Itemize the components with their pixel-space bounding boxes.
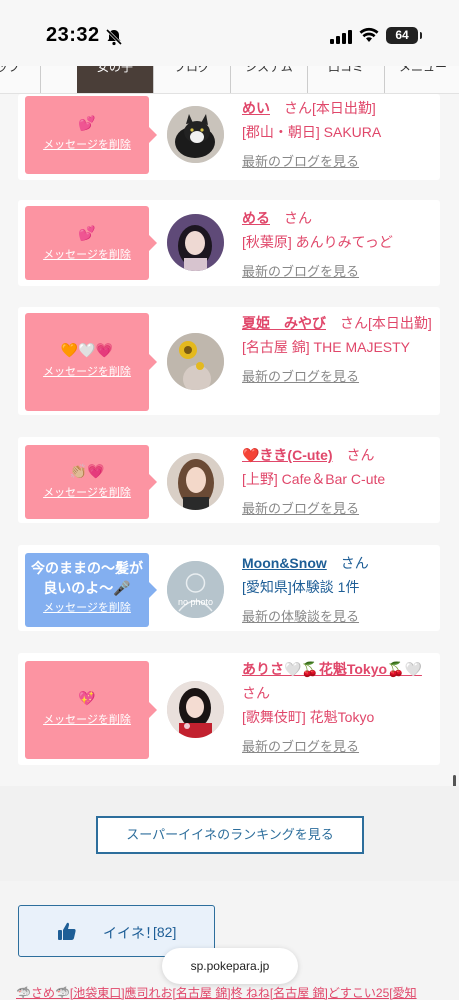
shop-name: [歌舞伎町] 花魁Tokyo (242, 709, 375, 725)
honorific: さん (284, 100, 312, 116)
message-emoji: 💕 (78, 225, 96, 241)
like-count: [82] (153, 924, 177, 940)
delete-message-link[interactable]: メッセージを削除 (25, 713, 149, 727)
honorific: さん (346, 447, 375, 463)
thumbs-up-icon (58, 922, 76, 940)
user-name[interactable]: Moon&Snow (242, 555, 327, 571)
list-item: 💖 メッセージを削除 ありさ🤍🍒花魁Tokyo🍒🤍 さん [歌舞伎町] 花魁To… (18, 653, 440, 765)
delete-message-link[interactable]: メッセージを削除 (25, 248, 149, 262)
bell-slash-icon (105, 28, 123, 46)
delete-message-link[interactable]: メッセージを削除 (25, 601, 149, 615)
attendance-status: [本日出勤] (368, 315, 432, 331)
message-emoji: 💖 (78, 690, 96, 706)
message-emoji: 💕 (78, 115, 96, 131)
latest-blog-link[interactable]: 最新のブログを見る (242, 501, 359, 516)
item-info: めい さん[本日出勤] [郡山・朝日] SAKURA 最新のブログを見る (242, 96, 432, 174)
item-info: める さん [秋葉原] あんりみてっど 最新のブログを見る (242, 206, 432, 284)
message-bubble: 💕 メッセージを削除 (25, 206, 157, 280)
battery-indicator: 64 (386, 27, 422, 44)
message-emoji: 👏🏼💗 (69, 463, 105, 479)
like-label: イイネ！ (103, 925, 159, 941)
avatar[interactable]: no photo (167, 561, 224, 618)
message-bubble: 🧡🤍💗 メッセージを削除 (25, 313, 157, 411)
status-bar: 23:32 64 (0, 0, 459, 66)
honorific: さん (242, 685, 270, 701)
avatar[interactable] (167, 333, 224, 390)
avatar[interactable] (167, 214, 224, 271)
shop-name: [郡山・朝日] SAKURA (242, 124, 382, 140)
message-bubble: 今のままの〜髪が良いのよ〜🎤 メッセージを削除 (25, 553, 157, 627)
shop-name: [名古屋 錦] THE MAJESTY (242, 339, 411, 355)
tab-reviews[interactable]: 口コミ (308, 66, 385, 93)
signal-icon (330, 30, 352, 44)
no-photo-label: no photo (177, 597, 214, 607)
list-item: 👏🏼💗 メッセージを削除 ❤️きき(C-ute) さん [上野] Cafe＆Ba… (18, 437, 440, 523)
url-bar[interactable]: sp.pokepara.jp (162, 948, 298, 984)
item-info: ありさ🤍🍒花魁Tokyo🍒🤍 さん [歌舞伎町] 花魁Tokyo 最新のブログを… (242, 657, 432, 759)
avatar[interactable] (167, 453, 224, 510)
profile-photo (167, 214, 224, 271)
cat-photo (167, 106, 224, 163)
list-item: 🧡🤍💗 メッセージを削除 夏姫 みやび さん[本日出勤] [名古屋 錦] THE… (18, 307, 440, 415)
tab-girls[interactable]: 女の子 (77, 66, 154, 93)
tab-menu[interactable]: メニュー (385, 66, 459, 93)
tab-blog[interactable]: ブログ (154, 66, 231, 93)
avatar[interactable] (167, 106, 224, 163)
recent-likes-ticker[interactable]: 🦈さめ🦈[池袋東口]應司れお[名古屋 錦]柊 ねね[名古屋 錦]どすこい25[愛… (16, 984, 459, 1000)
no-photo-placeholder (167, 561, 224, 618)
item-info: Moon&Snow さん [愛知県]体験談 1件 最新の体験談を見る (242, 551, 432, 629)
girl-name[interactable]: めい (242, 100, 270, 116)
message-text: 今のままの〜髪が良いのよ〜🎤 (31, 560, 143, 596)
profile-photo (167, 333, 224, 390)
profile-photo (167, 681, 224, 738)
girl-name[interactable]: ありさ🤍🍒花魁Tokyo🍒🤍 (242, 661, 422, 677)
latest-blog-link[interactable]: 最新のブログを見る (242, 739, 359, 754)
latest-blog-link[interactable]: 最新のブログを見る (242, 154, 359, 169)
delete-message-link[interactable]: メッセージを削除 (25, 365, 149, 379)
message-bubble: 💖 メッセージを削除 (25, 661, 157, 759)
girl-name[interactable]: める (242, 210, 270, 226)
shop-name: [秋葉原] あんりみてっど (242, 234, 393, 250)
status-time: 23:32 (46, 24, 100, 46)
list-item: 💕 メッセージを削除 める さん [秋葉原] あんりみてっど 最新のブログを見る (18, 200, 440, 286)
super-like-ranking-button[interactable]: スーパーイイネのランキングを見る (96, 816, 364, 854)
latest-blog-link[interactable]: 最新のブログを見る (242, 369, 359, 384)
attendance-status: [本日出勤] (312, 100, 376, 116)
honorific: さん (284, 210, 312, 226)
latest-blog-link[interactable]: 最新のブログを見る (242, 264, 359, 279)
item-info: ❤️きき(C-ute) さん [上野] Cafe＆Bar C-ute 最新のブロ… (242, 443, 432, 521)
tab-top[interactable]: トップ (0, 66, 41, 93)
wifi-icon (359, 27, 379, 42)
shop-name: [上野] Cafe＆Bar C-ute (242, 471, 386, 487)
tab-system[interactable]: システム (231, 66, 308, 93)
list-item: 今のままの〜髪が良いのよ〜🎤 メッセージを削除 no photo Moon&Sn… (18, 545, 440, 631)
message-bubble: 👏🏼💗 メッセージを削除 (25, 445, 157, 519)
honorific: さん (340, 315, 368, 331)
girl-name[interactable]: ❤️きき(C-ute) (242, 447, 333, 463)
avatar[interactable] (167, 681, 224, 738)
girl-name[interactable]: 夏姫 みやび (242, 315, 326, 331)
delete-message-link[interactable]: メッセージを削除 (25, 138, 149, 152)
delete-message-link[interactable]: メッセージを削除 (25, 486, 149, 500)
tab-bar: トップ 女の子 ブログ システム 口コミ メニュー (0, 66, 459, 94)
message-emoji: 🧡🤍💗 (60, 342, 114, 358)
honorific: さん (340, 555, 369, 571)
message-bubble: 💕 メッセージを削除 (25, 96, 157, 174)
list-item: 💕 メッセージを削除 めい さん[本日出勤] [郡山・朝日] SAKURA 最新… (18, 94, 440, 180)
item-info: 夏姫 みやび さん[本日出勤] [名古屋 錦] THE MAJESTY 最新のブ… (242, 311, 432, 389)
profile-photo (167, 453, 224, 510)
review-count: [愛知県]体験談 1件 (242, 579, 360, 595)
latest-review-link[interactable]: 最新の体験談を見る (242, 609, 359, 624)
